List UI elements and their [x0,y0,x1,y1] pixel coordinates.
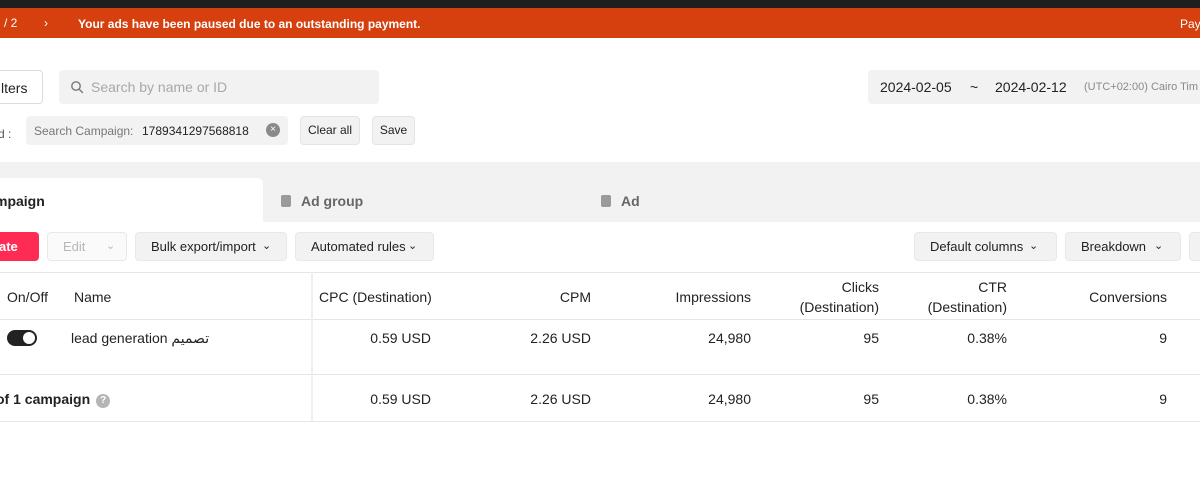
table-header: On/Off Name CPC (Destination) CPM Impres… [0,272,1200,320]
banner-next-icon[interactable]: › [44,16,48,30]
total-ctr: 0.38% [967,391,1007,407]
filter-chip-search-campaign[interactable]: Search Campaign: 1789341297568818 × [26,116,288,145]
total-clicks: 95 [863,391,879,407]
banner-pager: / 2 [4,16,18,30]
table-row[interactable]: lead generation تصميم 0.59 USD 2.26 USD … [0,320,1200,375]
edit-label: Edit [63,239,86,254]
total-cpm: 2.26 USD [530,391,591,407]
campaign-name-link[interactable]: lead generation تصميم [71,330,209,347]
cell-ctr: 0.38% [967,330,1007,346]
col-clicks-line1: Clicks [841,279,879,295]
chevron-down-icon: ⌄ [106,240,116,252]
col-ctr[interactable]: CTR (Destination) [887,277,1007,317]
breakdown-label: Breakdown [1081,239,1147,254]
more-actions-button[interactable] [1189,232,1200,261]
banner-message: Your ads have been paused due to an outs… [78,17,421,31]
date-separator: ~ [970,79,979,95]
chip-value: 1789341297568818 [142,124,249,138]
ad-icon [601,195,611,207]
table-total-row: of 1 campaign? 0.59 USD 2.26 USD 24,980 … [0,375,1200,422]
bulk-export-import-button[interactable]: Bulk export/import ⌄ [135,232,287,261]
tab-ad-group-label: Ad group [301,193,364,209]
total-label: of 1 campaign [0,391,91,407]
col-ctr-line2: (Destination) [927,299,1007,315]
total-impressions: 24,980 [708,391,751,407]
chip-key: Search Campaign: [34,124,134,138]
col-clicks-line2: (Destination) [799,299,879,315]
filters-button[interactable]: lters [0,70,43,104]
col-cpm[interactable]: CPM [491,287,591,307]
search-input[interactable] [91,70,371,104]
ads-manager-page: / 2 › Your ads have been paused due to a… [0,0,1200,486]
save-filters-button[interactable]: Save [372,116,415,145]
frozen-column-divider [311,272,313,421]
tab-ad-label: Ad [621,193,640,209]
date-end: 2024-02-12 [995,79,1067,95]
col-ctr-line1: CTR [978,279,1007,295]
col-cpc[interactable]: CPC (Destination) [319,287,432,307]
breakdown-button[interactable]: Breakdown ⌄ [1065,232,1181,261]
help-icon[interactable]: ? [96,394,111,408]
col-onoff[interactable]: On/Off [7,287,48,307]
total-label-wrap: of 1 campaign? [0,391,111,408]
chip-remove-icon[interactable]: × [266,123,280,137]
top-bar [0,0,1200,8]
date-start: 2024-02-05 [880,79,952,95]
col-clicks[interactable]: Clicks (Destination) [759,277,879,317]
clear-all-button[interactable]: Clear all [300,116,360,145]
default-columns-button[interactable]: Default columns ⌄ [914,232,1057,261]
campaign-status-toggle[interactable] [7,330,37,346]
search-icon [71,81,84,94]
edit-button[interactable]: Edit ⌄ [47,232,127,261]
cell-conversions: 9 [1159,330,1167,346]
col-conversions[interactable]: Conversions [1027,287,1167,307]
chevron-down-icon: ⌄ [262,240,272,252]
cell-cpm: 2.26 USD [530,330,591,346]
date-range-picker[interactable]: 2024-02-05 ~ 2024-02-12 (UTC+02:00) Cair… [868,70,1200,104]
applied-filters-label: d : [0,127,12,141]
timezone-label: (UTC+02:00) Cairo Tim [1084,81,1199,93]
chevron-down-icon: ⌄ [408,240,418,252]
total-conversions: 9 [1159,391,1167,407]
tab-ad-group[interactable]: Ad group [281,193,363,209]
col-impressions[interactable]: Impressions [631,287,751,307]
create-button[interactable]: ate [0,232,39,261]
pay-link[interactable]: Pay [1180,17,1200,31]
chevron-down-icon: ⌄ [1029,240,1039,252]
table-actions: ate Edit ⌄ Bulk export/import ⌄ Automate… [0,222,1200,272]
default-columns-label: Default columns [930,239,1024,254]
toggle-knob [23,332,35,344]
cell-clicks: 95 [863,330,879,346]
bulk-label: Bulk export/import [151,239,256,254]
cell-impressions: 24,980 [708,330,751,346]
automated-label: Automated rules [311,239,406,254]
col-name[interactable]: Name [74,287,111,307]
level-tabs: mpaign Ad group Ad [0,162,1200,222]
payment-alert-banner: / 2 › Your ads have been paused due to a… [0,8,1200,38]
search-box[interactable] [59,70,379,104]
automated-rules-button[interactable]: Automated rules ⌄ [295,232,434,261]
tab-campaign[interactable]: mpaign [0,178,263,222]
tab-ad[interactable]: Ad [601,193,640,209]
ad-group-icon [281,195,291,207]
chevron-down-icon: ⌄ [1154,240,1164,252]
